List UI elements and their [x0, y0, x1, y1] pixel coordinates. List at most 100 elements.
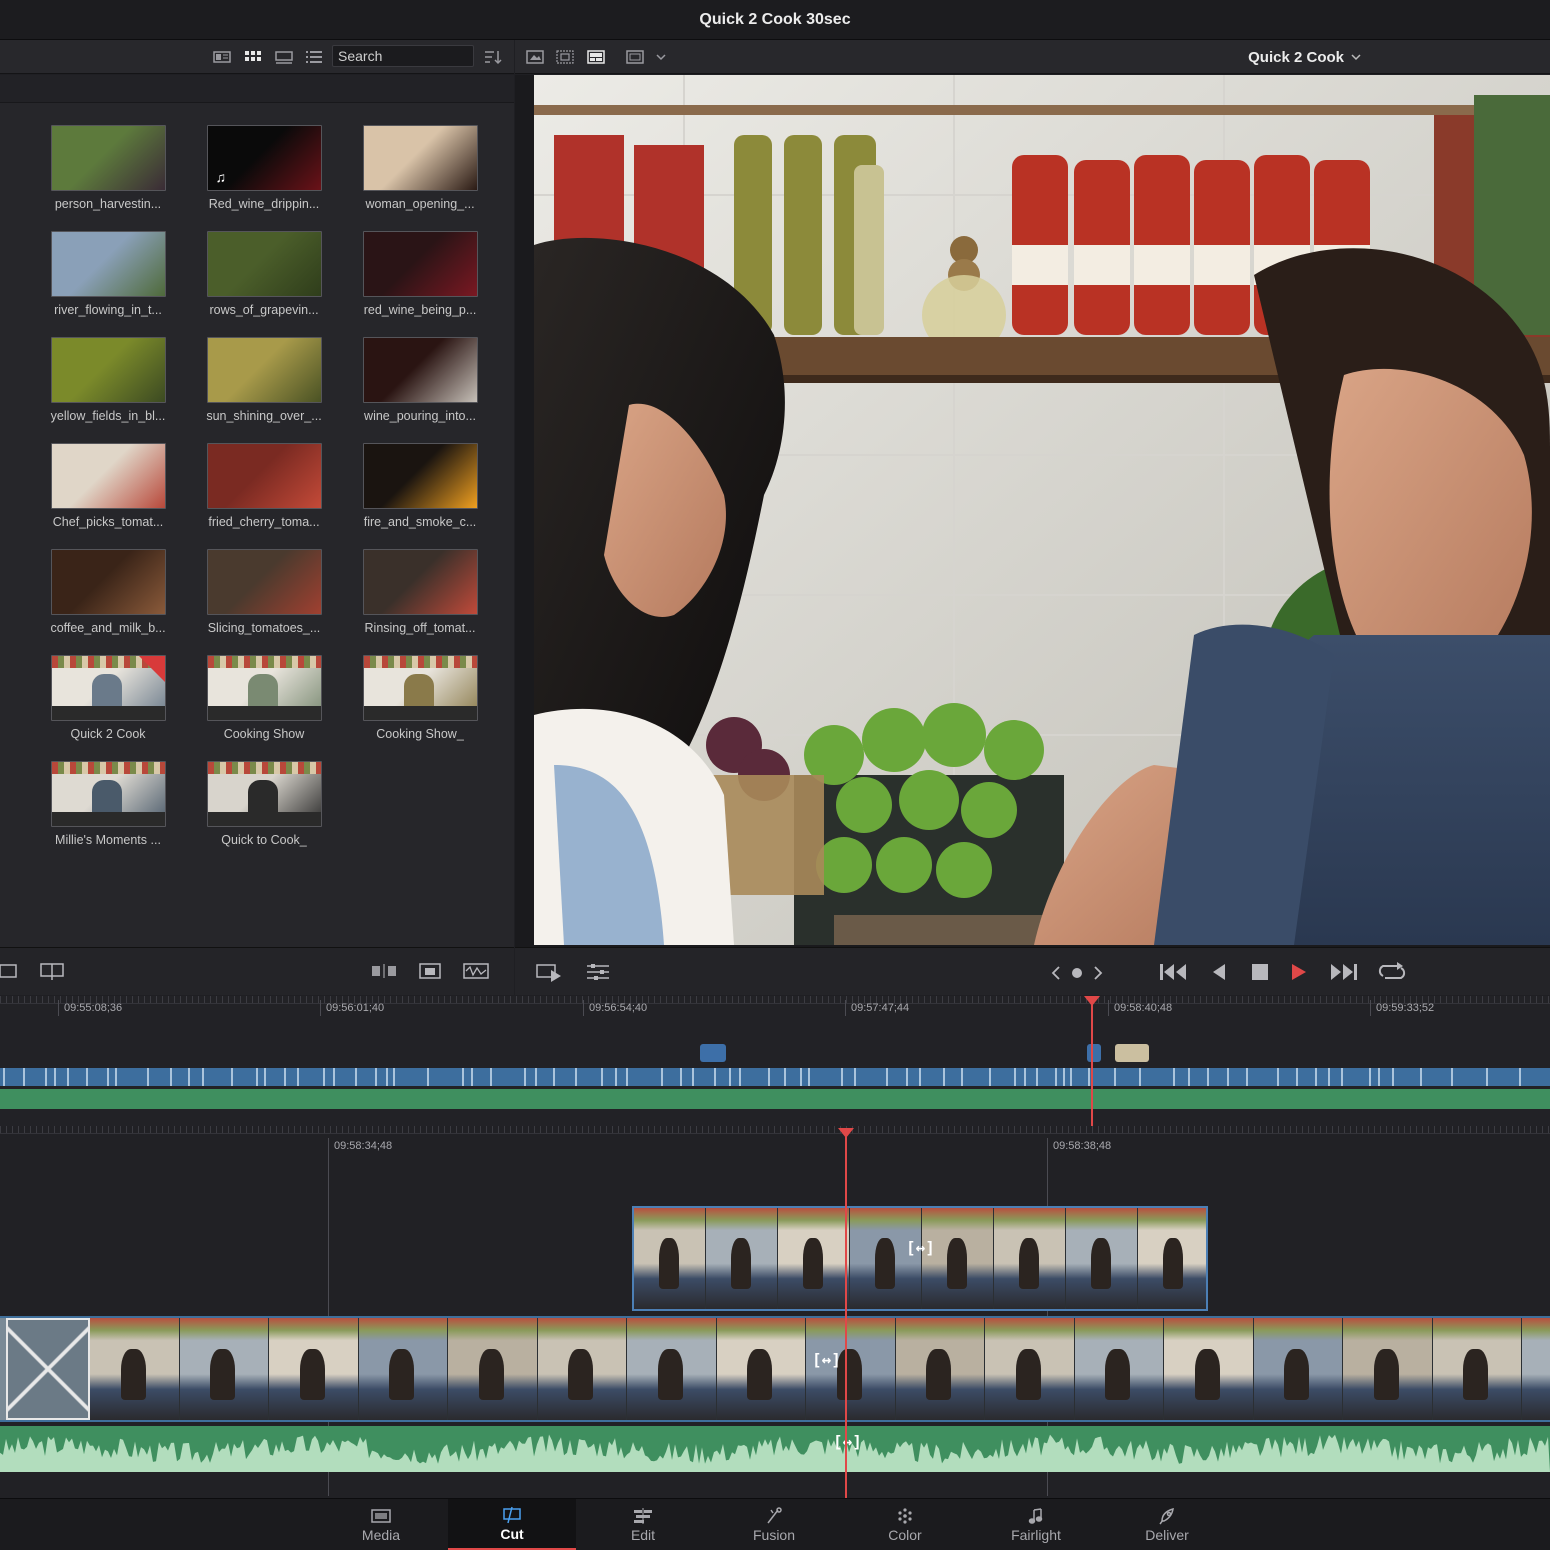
- clip-marker[interactable]: [1115, 1044, 1149, 1062]
- page-tab-deliver[interactable]: Deliver: [1103, 1499, 1231, 1550]
- media-clip[interactable]: Cooking Show: [186, 655, 342, 741]
- timeline-clip-v1[interactable]: [0, 1316, 1550, 1422]
- media-clip[interactable]: Slicing_tomatoes_...: [186, 549, 342, 635]
- media-clip[interactable]: wine_pouring_into...: [342, 337, 498, 423]
- clip-thumbnail[interactable]: [362, 443, 478, 509]
- source-tape-icon[interactable]: [555, 48, 575, 66]
- media-clip[interactable]: Cooking Show_: [342, 655, 498, 741]
- upper-playhead[interactable]: [1091, 996, 1093, 1126]
- clip-thumbnail[interactable]: [50, 443, 166, 509]
- search-input[interactable]: [333, 46, 473, 66]
- prev-edit-icon[interactable]: [1049, 964, 1063, 987]
- clip-thumbnail[interactable]: [206, 337, 322, 403]
- page-tab-edit[interactable]: Edit: [579, 1499, 707, 1550]
- media-clip[interactable]: ♫ Red_wine_drippin...: [186, 125, 342, 211]
- go-to-end-icon[interactable]: [1327, 962, 1359, 987]
- upper-ruler[interactable]: [0, 996, 1550, 1004]
- clip-thumbnail[interactable]: ♫: [206, 125, 322, 191]
- transition-marker[interactable]: [6, 1318, 90, 1420]
- loop-icon[interactable]: [1377, 962, 1407, 987]
- clip-thumbnail[interactable]: [206, 549, 322, 615]
- media-clip[interactable]: red_wine_being_p...: [342, 231, 498, 317]
- split-view-icon[interactable]: [40, 962, 66, 985]
- media-clip[interactable]: fire_and_smoke_c...: [342, 443, 498, 529]
- media-clip[interactable]: Quick 2 Cook: [30, 655, 186, 741]
- clip-thumbnail[interactable]: [50, 231, 166, 297]
- upper-timeline[interactable]: 09:55:08;36 09:56:01;40 09:56:54;40 09:5…: [0, 996, 1550, 1126]
- search-box[interactable]: [332, 45, 474, 67]
- page-tab-media[interactable]: Media: [317, 1499, 445, 1550]
- media-clip[interactable]: sun_shining_over_...: [186, 337, 342, 423]
- media-clip[interactable]: Quick to Cook_: [186, 761, 342, 847]
- play-reverse-icon[interactable]: [1209, 962, 1229, 987]
- media-clip[interactable]: person_harvestin...: [30, 125, 186, 211]
- page-tab-fairlight[interactable]: Fairlight: [972, 1499, 1100, 1550]
- timeline-clip-v2[interactable]: [632, 1206, 1208, 1311]
- lower-ruler[interactable]: [0, 1126, 1550, 1134]
- clip-thumbnail[interactable]: [50, 337, 166, 403]
- clip-thumbnail[interactable]: [362, 231, 478, 297]
- media-clip[interactable]: coffee_and_milk_b...: [30, 549, 186, 635]
- clip-thumbnail[interactable]: [206, 231, 322, 297]
- upper-video-track[interactable]: [0, 1068, 1550, 1086]
- source-clip-icon[interactable]: [525, 48, 545, 66]
- trim-edit-icon[interactable]: [↔]: [812, 1350, 841, 1369]
- go-to-start-icon[interactable]: [1158, 962, 1190, 987]
- media-clip[interactable]: Chef_picks_tomat...: [30, 443, 186, 529]
- timeline-audio-clip[interactable]: [0, 1426, 1550, 1472]
- timeline-thumbnail[interactable]: [206, 761, 322, 827]
- lower-timeline[interactable]: 09:58:34;48 09:58:38;48 [↔] [↔] [↔]: [0, 1126, 1550, 1498]
- panel-toggle-icon[interactable]: [0, 962, 20, 985]
- media-clip[interactable]: Millie's Moments ...: [30, 761, 186, 847]
- timeline-viewer-icon[interactable]: [586, 48, 606, 66]
- lower-playhead[interactable]: [845, 1132, 847, 1498]
- filmstrip-view-icon[interactable]: [274, 48, 294, 66]
- list-view-icon[interactable]: [304, 48, 324, 66]
- close-up-icon[interactable]: [418, 962, 442, 985]
- trim-edit-icon[interactable]: [↔]: [906, 1238, 935, 1257]
- media-clip[interactable]: yellow_fields_in_bl...: [30, 337, 186, 423]
- play-icon[interactable]: [1289, 962, 1309, 987]
- lower-playhead-handle[interactable]: [838, 1128, 854, 1138]
- transport-controls: [515, 947, 1550, 995]
- clip-thumbnail[interactable]: [362, 125, 478, 191]
- clip-thumbnail[interactable]: [362, 549, 478, 615]
- upper-audio-track[interactable]: [0, 1089, 1550, 1109]
- chevron-down-icon[interactable]: [651, 48, 671, 66]
- clip-thumbnail[interactable]: [206, 443, 322, 509]
- stop-icon[interactable]: [1250, 962, 1270, 987]
- media-clip[interactable]: woman_opening_...: [342, 125, 498, 211]
- media-clip[interactable]: Rinsing_off_tomat...: [342, 549, 498, 635]
- media-clip[interactable]: rows_of_grapevin...: [186, 231, 342, 317]
- timeline-thumbnail[interactable]: [50, 655, 166, 721]
- clip-thumbnail[interactable]: [50, 549, 166, 615]
- safe-area-icon[interactable]: [625, 48, 645, 66]
- page-tab-color[interactable]: Color: [841, 1499, 969, 1550]
- viewer-frame[interactable]: [534, 75, 1550, 945]
- timeline-thumbnail[interactable]: [362, 655, 478, 721]
- metadata-view-icon[interactable]: [212, 48, 232, 66]
- thumbnail-view-icon[interactable]: [243, 48, 263, 66]
- next-edit-icon[interactable]: [1091, 964, 1105, 987]
- timeline-thumbnail[interactable]: [50, 761, 166, 827]
- media-pool-header: [0, 75, 514, 103]
- clip-thumbnail[interactable]: [50, 125, 166, 191]
- timeline-options-icon[interactable]: [535, 962, 565, 987]
- upper-playhead-handle[interactable]: [1084, 996, 1100, 1006]
- clip-marker[interactable]: [700, 1044, 726, 1062]
- deliver-page-icon: [1159, 1507, 1174, 1525]
- viewer-clip-selector[interactable]: Quick 2 Cook: [1248, 40, 1362, 74]
- clip-marker[interactable]: [1087, 1044, 1101, 1062]
- page-tab-cut[interactable]: Cut: [448, 1499, 576, 1550]
- audio-waveform-icon[interactable]: [462, 962, 490, 985]
- clip-thumbnail[interactable]: [362, 337, 478, 403]
- timeline-thumbnail[interactable]: [206, 655, 322, 721]
- media-clip[interactable]: river_flowing_in_t...: [30, 231, 186, 317]
- jog-dot-icon[interactable]: [1070, 964, 1084, 987]
- media-clip[interactable]: fried_cherry_toma...: [186, 443, 342, 529]
- page-tab-fusion[interactable]: Fusion: [710, 1499, 838, 1550]
- smart-insert-icon[interactable]: [370, 962, 398, 985]
- trim-edit-icon[interactable]: [↔]: [833, 1432, 862, 1451]
- sort-icon[interactable]: [483, 48, 503, 66]
- audio-mixer-icon[interactable]: [585, 962, 611, 987]
